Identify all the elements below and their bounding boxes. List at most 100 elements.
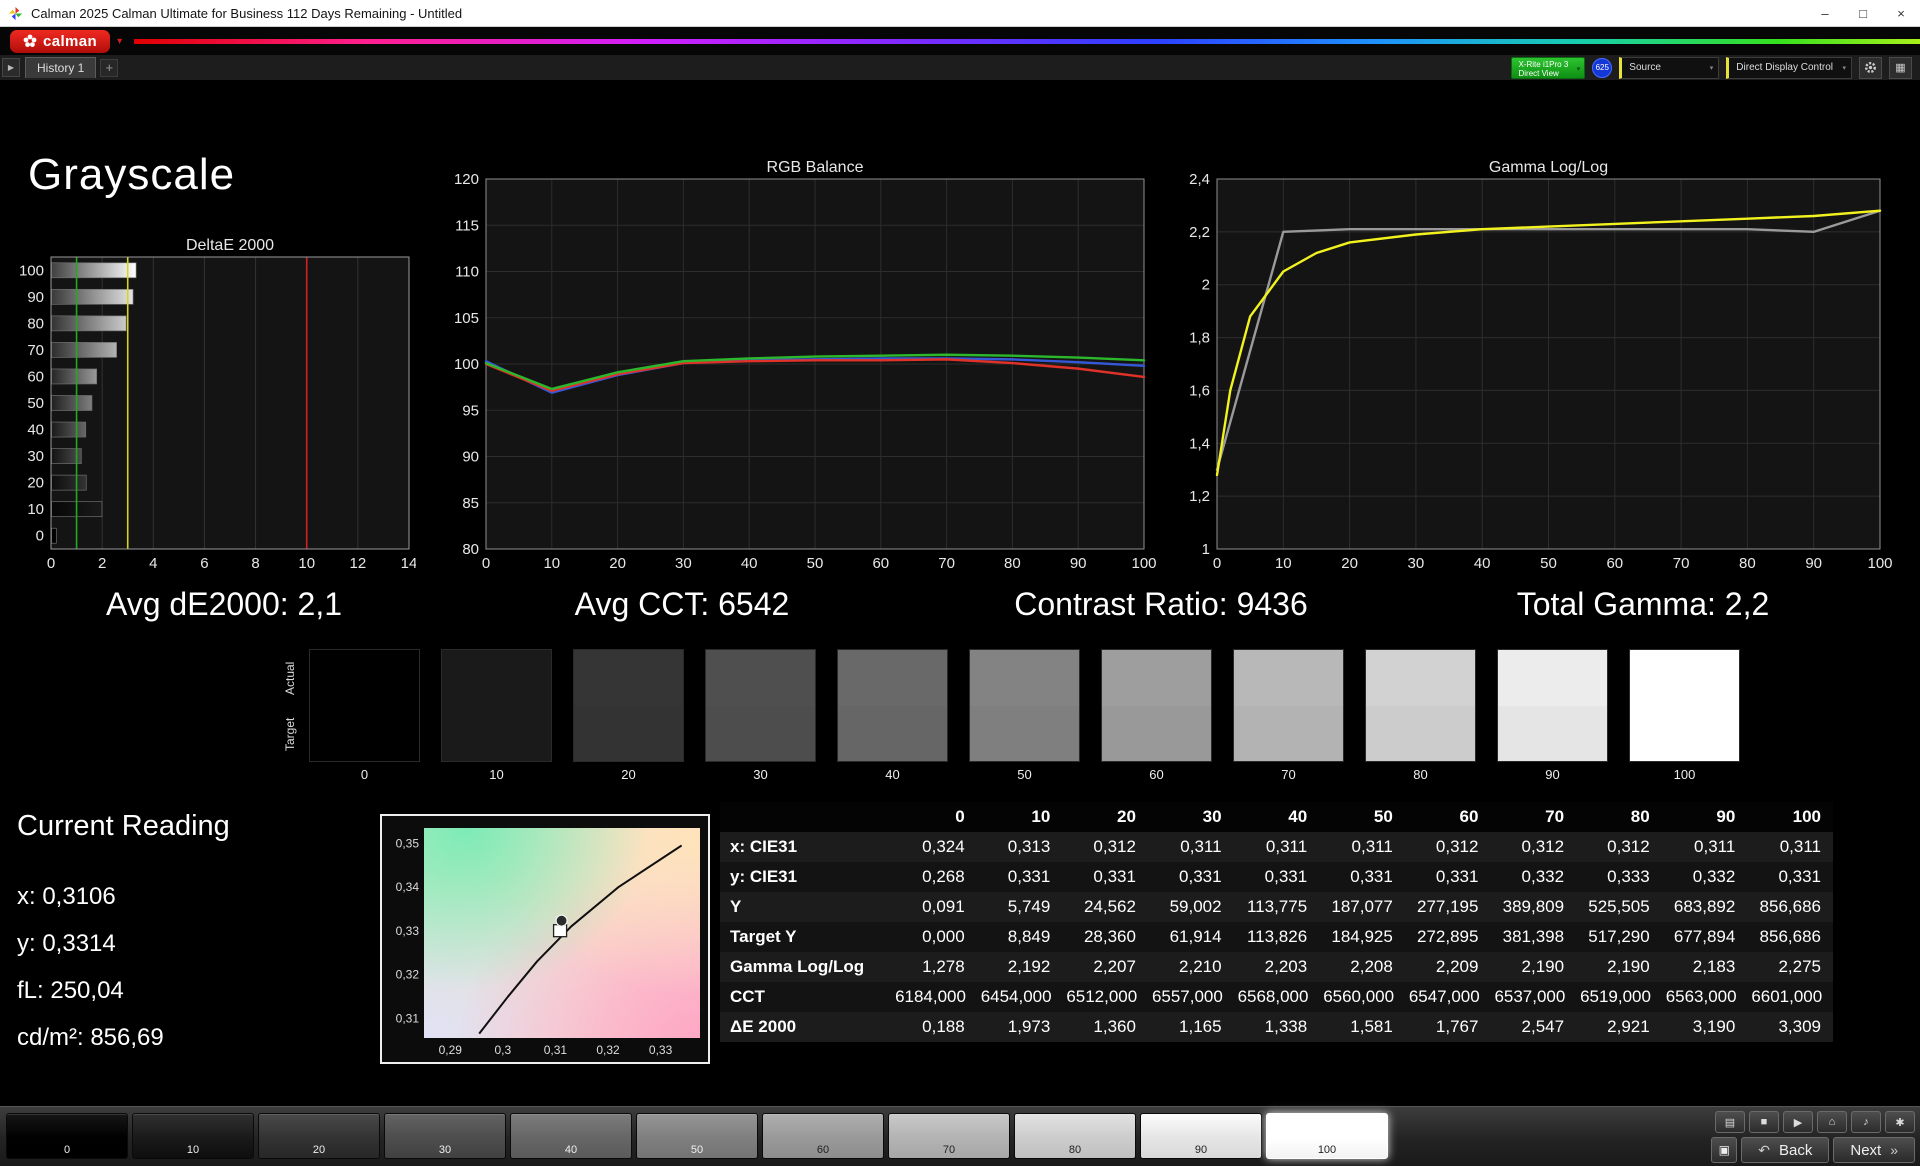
table-cell: 6568,000	[1237, 987, 1309, 1006]
maximize-button[interactable]: □	[1844, 0, 1882, 26]
svg-text:90: 90	[462, 449, 479, 466]
pattern-button-40[interactable]: 40	[510, 1113, 632, 1159]
svg-text:2: 2	[98, 555, 106, 572]
nav-button-play[interactable]: ▶	[1783, 1111, 1813, 1133]
tab-scroll-left-button[interactable]: ▶	[2, 58, 20, 77]
meter-select-button[interactable]: X-Rite i1Pro 3 Direct View ▾	[1510, 56, 1586, 79]
navigation-cluster: ▤ ■ ▶ ⌂ ♪ ✱ ▣ ↶ Back Next »	[1711, 1111, 1915, 1163]
grayscale-swatch-70: 70	[1233, 649, 1344, 782]
back-label: Back	[1779, 1141, 1813, 1159]
swatch-level-label: 50	[1017, 767, 1032, 782]
display-control-button[interactable]: Direct Display Control ▾	[1726, 56, 1852, 79]
tab-history-1[interactable]: History 1	[25, 57, 97, 78]
svg-text:1,2: 1,2	[1189, 488, 1210, 505]
pattern-button-20[interactable]: 20	[258, 1113, 380, 1159]
layout-button[interactable]: ▦	[1889, 56, 1912, 79]
row-label: ΔE 2000	[730, 1017, 797, 1036]
next-arrow-icon: »	[1890, 1142, 1898, 1158]
actual-patch	[1102, 650, 1211, 706]
pattern-level-label: 30	[438, 1144, 452, 1156]
table-cell: 6184,000	[895, 987, 966, 1006]
svg-text:0: 0	[47, 555, 55, 572]
table-cell: 0,324	[922, 837, 965, 856]
swatch-patch	[573, 649, 684, 762]
table-cell: 381,398	[1502, 927, 1565, 946]
svg-text:70: 70	[938, 555, 955, 572]
table-cell: 6512,000	[1066, 987, 1138, 1006]
svg-text:10: 10	[1275, 555, 1292, 572]
source-select-button[interactable]: Source ▾	[1619, 56, 1720, 79]
pattern-button-0[interactable]: 0	[6, 1113, 128, 1159]
deltae-chart-panel: DeltaE 2000 0 2 4 6 8 10 12 14 100 90 80 70 60 50 40 30…	[6, 233, 416, 583]
column-header-10: 10	[976, 802, 1063, 832]
pattern-button-70[interactable]: 70	[888, 1113, 1010, 1159]
settings-button[interactable]	[1859, 56, 1882, 79]
pattern-button-100[interactable]: 100	[1266, 1113, 1388, 1159]
add-tab-button[interactable]: +	[100, 58, 119, 77]
svg-text:2,4: 2,4	[1189, 171, 1210, 188]
page-title: Grayscale	[28, 150, 236, 199]
swatch-level-label: 0	[360, 767, 369, 782]
stat-avg-de2000: Avg dE2000: 2,1	[105, 586, 343, 622]
grayscale-swatch-30: 30	[705, 649, 816, 782]
stat-avg-cct: Avg CCT: 6542	[574, 586, 790, 622]
pattern-level-label: 80	[1068, 1144, 1082, 1156]
cie-chart: 0,31 0,32 0,33 0,34 0,35 0,29 0,3 0,31 0,32 0,33	[396, 836, 683, 1057]
minimize-button[interactable]: –	[1806, 0, 1844, 26]
pattern-level-label: 50	[690, 1144, 704, 1156]
calman-logo[interactable]: calman	[10, 29, 111, 53]
swatch-level-label: 80	[1413, 767, 1428, 782]
nav-button-home[interactable]: ⌂	[1817, 1111, 1847, 1133]
next-button[interactable]: Next »	[1833, 1137, 1915, 1163]
svg-text:80: 80	[1739, 555, 1756, 572]
back-button[interactable]: ↶ Back	[1741, 1137, 1830, 1163]
table-cell: 5,749	[1007, 897, 1051, 916]
nav-button-notes[interactable]: ♪	[1851, 1111, 1881, 1133]
grayscale-swatch-20: 20	[573, 649, 684, 782]
svg-text:10: 10	[543, 555, 560, 572]
table-cell: 0,312	[1607, 837, 1650, 856]
nav-button-settings[interactable]: ✱	[1885, 1111, 1915, 1133]
pattern-button-90[interactable]: 90	[1140, 1113, 1262, 1159]
svg-text:12: 12	[350, 555, 367, 572]
meter-status-badge[interactable]: 625	[1592, 57, 1613, 78]
chevron-down-icon: ▾	[1709, 64, 1714, 72]
current-reading-panel: Current Reading x: 0,3106 y: 0,3314 fL: …	[17, 810, 230, 1061]
pattern-button-10[interactable]: 10	[132, 1113, 254, 1159]
back-arrow-icon: ↶	[1758, 1141, 1770, 1158]
nav-button-row: ▣ ↶ Back Next »	[1711, 1137, 1915, 1163]
table-cell: 6560,000	[1323, 987, 1395, 1006]
column-header-90: 90	[1661, 802, 1748, 832]
stop-icon: ■	[1760, 1116, 1768, 1128]
nav-button-display[interactable]: ▤	[1715, 1111, 1745, 1133]
pattern-button-50[interactable]: 50	[636, 1113, 758, 1159]
table-corner-cell	[720, 802, 892, 832]
svg-text:50: 50	[807, 555, 824, 572]
svg-text:30: 30	[1408, 555, 1425, 572]
nav-button-stop[interactable]: ■	[1749, 1111, 1779, 1133]
notes-icon: ♪	[1863, 1116, 1869, 1128]
swatch-level-label: 30	[753, 767, 768, 782]
pattern-button-60[interactable]: 60	[762, 1113, 884, 1159]
svg-text:50: 50	[1540, 555, 1557, 572]
pattern-button-80[interactable]: 80	[1014, 1113, 1136, 1159]
brand-menu-caret-icon[interactable]: ▾	[117, 36, 122, 47]
table-cell: 0,311	[1351, 837, 1393, 856]
gamma-line-chart: 1 1,2 1,4 1,6 1,8 2 2,2 2,4 0 10 20 30 40 50 60 70 80 90 1…	[1189, 171, 1892, 572]
table-row: CCT 6184,000 6454,000 6512,000 6557,000 6568,…	[720, 982, 1833, 1012]
actual-patch	[574, 650, 683, 706]
svg-text:0,31: 0,31	[544, 1043, 568, 1057]
column-header-100: 100	[1747, 802, 1833, 832]
table-cell: 1,581	[1350, 1017, 1393, 1036]
pattern-window-button[interactable]: ▣	[1711, 1137, 1738, 1163]
table-cell: 0,313	[1007, 837, 1051, 856]
pattern-button-30[interactable]: 30	[384, 1113, 506, 1159]
home-icon: ⌂	[1828, 1116, 1836, 1128]
meter-mode: Direct View	[1518, 69, 1559, 79]
table-cell: 2,207	[1093, 957, 1136, 976]
svg-text:100: 100	[19, 262, 44, 279]
close-button[interactable]: ×	[1882, 0, 1920, 26]
svg-text:90: 90	[1805, 555, 1822, 572]
table-cell: 0,331	[1350, 867, 1393, 886]
target-patch	[310, 705, 419, 761]
